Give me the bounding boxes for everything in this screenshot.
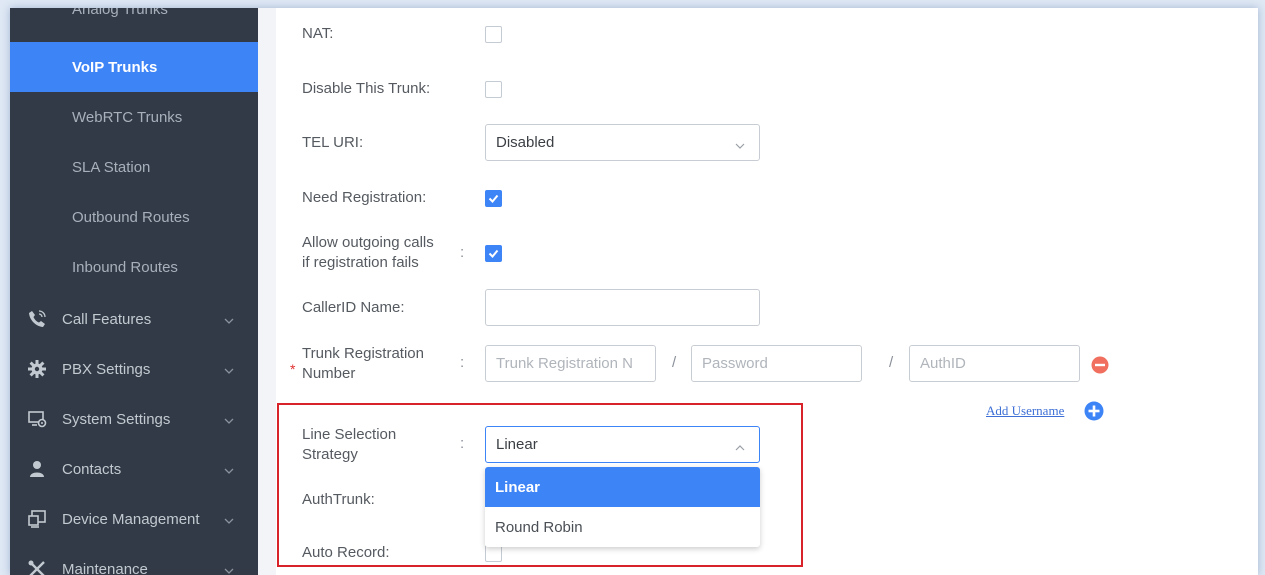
authid-input[interactable]: AuthID: [909, 345, 1080, 382]
chevron-down-icon: [224, 362, 234, 379]
colon: :: [460, 354, 465, 371]
sidebar-item-contacts[interactable]: Contacts: [10, 444, 258, 494]
chevron-down-icon: [224, 412, 234, 429]
nat-checkbox[interactable]: [485, 26, 502, 43]
password-input[interactable]: Password: [691, 345, 862, 382]
remove-icon[interactable]: [1091, 356, 1109, 374]
sidebar-item-outbound-routes[interactable]: Outbound Routes: [10, 192, 258, 242]
separator: /: [889, 354, 894, 371]
sidebar-item-inbound-routes[interactable]: Inbound Routes: [10, 242, 258, 292]
sidebar-item-label: Device Management: [62, 510, 200, 528]
add-icon[interactable]: [1084, 401, 1104, 421]
sidebar-item-label: PBX Settings: [62, 360, 151, 378]
sidebar-item-label: SLA Station: [72, 158, 151, 176]
sidebar-item-maintenance[interactable]: Maintenance: [10, 544, 258, 575]
sidebar-item-label: Contacts: [62, 460, 122, 478]
sidebar-item-analog-trunks[interactable]: Analog Trunks: [10, 8, 258, 34]
sidebar-item-system-settings[interactable]: System Settings: [10, 394, 258, 444]
need-registration-checkbox[interactable]: [485, 190, 502, 207]
sidebar-item-label: Inbound Routes: [72, 258, 178, 276]
chevron-down-icon: [224, 562, 234, 575]
line-selection-value: Linear: [496, 436, 538, 453]
authtrunk-label: AuthTrunk:: [302, 491, 375, 508]
sidebar-item-label: WebRTC Trunks: [72, 108, 183, 126]
auto-record-label: Auto Record:: [302, 544, 390, 561]
sidebar-item-pbx-settings[interactable]: PBX Settings: [10, 344, 258, 394]
sidebar-item-label: System Settings: [62, 410, 171, 428]
sidebar-item-label: VoIP Trunks: [72, 58, 158, 76]
chevron-down-icon: [224, 462, 234, 479]
auto-record-checkbox[interactable]: [485, 545, 502, 562]
sidebar: Analog Trunks VoIP Trunks WebRTC Trunks …: [10, 8, 258, 575]
sidebar-item-label: Outbound Routes: [72, 208, 190, 226]
nat-label: NAT:: [302, 25, 334, 42]
tel-uri-select[interactable]: Disabled: [485, 124, 760, 161]
tools-icon: [26, 558, 48, 575]
callerid-name-label: CallerID Name:: [302, 299, 405, 316]
callerid-name-input[interactable]: [485, 289, 760, 326]
check-icon: [488, 194, 499, 203]
sidebar-item-voip-trunks[interactable]: VoIP Trunks: [10, 42, 258, 92]
phone-icon: [26, 308, 48, 330]
content-gutter: [258, 8, 276, 575]
system-settings-icon: [26, 408, 48, 430]
required-mark: *: [290, 361, 296, 377]
colon: :: [460, 435, 465, 452]
dropdown-option-linear[interactable]: Linear: [485, 467, 760, 507]
gear-icon: [26, 358, 48, 380]
allow-outgoing-checkbox[interactable]: [485, 245, 502, 262]
trunk-registration-number-input[interactable]: Trunk Registration N: [485, 345, 656, 382]
sidebar-item-label: Call Features: [62, 310, 152, 328]
separator: /: [672, 354, 677, 371]
line-selection-label: Line Selection Strategy: [302, 426, 397, 463]
dropdown-option-round-robin[interactable]: Round Robin: [485, 507, 760, 547]
device-icon: [26, 508, 48, 530]
app-window: Analog Trunks VoIP Trunks WebRTC Trunks …: [10, 8, 1258, 575]
chevron-up-icon: [735, 439, 745, 456]
sidebar-item-label: Analog Trunks: [72, 8, 168, 18]
tel-uri-value: Disabled: [496, 134, 555, 151]
line-selection-select[interactable]: Linear: [485, 426, 760, 463]
need-registration-label: Need Registration:: [302, 189, 427, 206]
sidebar-item-label: Maintenance: [62, 560, 148, 575]
add-username-link[interactable]: Add Username: [986, 403, 1064, 419]
disable-trunk-checkbox[interactable]: [485, 81, 502, 98]
chevron-down-icon: [735, 137, 745, 154]
sidebar-item-device-management[interactable]: Device Management: [10, 494, 258, 544]
sidebar-item-call-features[interactable]: Call Features: [10, 294, 258, 344]
disable-trunk-label: Disable This Trunk:: [302, 80, 431, 97]
trunk-registration-label: Trunk Registration Number: [302, 345, 424, 382]
check-icon: [488, 249, 499, 258]
chevron-down-icon: [224, 312, 234, 329]
sidebar-item-sla-station[interactable]: SLA Station: [10, 142, 258, 192]
allow-outgoing-label: Allow outgoing calls if registration fail…: [302, 234, 434, 271]
line-selection-dropdown: Linear Round Robin: [485, 467, 760, 547]
sidebar-item-webrtc-trunks[interactable]: WebRTC Trunks: [10, 92, 258, 142]
tel-uri-label: TEL URI:: [302, 134, 364, 151]
chevron-down-icon: [224, 512, 234, 529]
colon: :: [460, 244, 465, 261]
screenshot-frame: Analog Trunks VoIP Trunks WebRTC Trunks …: [0, 0, 1265, 575]
person-icon: [26, 458, 48, 480]
